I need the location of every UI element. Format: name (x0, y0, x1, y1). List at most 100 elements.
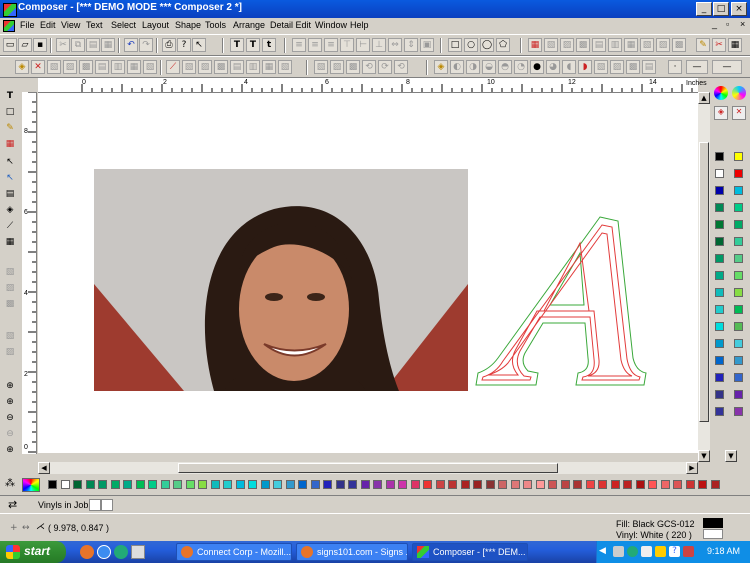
color-swatch[interactable] (223, 480, 232, 489)
align-bottom-icon[interactable]: ⊥ (372, 38, 386, 52)
palette-scroll-down[interactable]: ▼ (725, 450, 737, 462)
text-tool[interactable]: T (3, 90, 17, 103)
tray-icon-security[interactable] (627, 546, 638, 557)
color-swatch[interactable] (373, 480, 382, 489)
color-swatch[interactable] (210, 480, 220, 489)
vinyl-chip[interactable] (89, 499, 101, 511)
color-swatch[interactable] (573, 480, 582, 489)
scroll-left-button[interactable]: ◀ (38, 462, 50, 474)
save-icon[interactable]: ▪ (33, 38, 47, 52)
color-swatch[interactable] (485, 480, 495, 489)
color-swatch[interactable] (310, 480, 320, 489)
vinyl-chip[interactable] (101, 499, 113, 511)
color-swatch[interactable] (498, 480, 507, 489)
node-icon-7[interactable]: ▧ (640, 38, 654, 52)
pen-tool[interactable]: ✎ (3, 122, 17, 135)
taskbar-item-mozilla[interactable]: Connect Corp - Mozill... (176, 543, 292, 561)
desktop-icon[interactable] (131, 545, 145, 559)
color-swatch[interactable] (715, 169, 724, 178)
color-swatch[interactable] (523, 480, 532, 489)
menu-text[interactable]: Text (86, 20, 103, 30)
color-swatch[interactable] (734, 169, 743, 178)
edit-icon-7[interactable]: ▧ (278, 60, 292, 74)
align-middle-icon[interactable]: ⊢ (356, 38, 370, 52)
color-swatch[interactable] (710, 480, 720, 489)
color-swatch[interactable] (715, 356, 724, 365)
cut-job-icon[interactable]: ✂ (712, 38, 726, 52)
color-swatch[interactable] (548, 480, 557, 489)
transform-icon-5[interactable]: ⟳ (378, 60, 392, 74)
color-swatch[interactable] (715, 339, 724, 348)
color-swatch[interactable] (560, 480, 570, 489)
color-swatch[interactable] (734, 186, 743, 195)
color-swatch[interactable] (734, 288, 743, 297)
layer-tool-1[interactable]: ▧ (3, 266, 17, 279)
color-swatch[interactable] (48, 480, 57, 489)
filled-circle-icon[interactable]: ● (530, 60, 544, 74)
tray-arrow-icon[interactable]: ◀ (599, 546, 606, 556)
tray-icon-network[interactable] (613, 546, 624, 557)
layer-tool-5[interactable]: ▨ (3, 346, 17, 359)
color-swatch[interactable] (715, 271, 724, 280)
node-icon-3[interactable]: ▩ (576, 38, 590, 52)
shape-icon-3[interactable]: ◒ (482, 60, 496, 74)
outline-icon-1[interactable]: ▧ (47, 60, 61, 74)
color-swatch[interactable] (398, 480, 407, 489)
outline-icon-2[interactable]: ▨ (63, 60, 77, 74)
color-swatch[interactable] (98, 480, 107, 489)
zoom-all-icon[interactable]: ⊕ (3, 444, 17, 457)
color-swatch[interactable] (385, 480, 395, 489)
knife-tool[interactable]: ⟋ (3, 220, 17, 233)
menu-view[interactable]: View (61, 20, 80, 30)
text-tool-icon[interactable]: T (230, 38, 244, 52)
align-top-icon[interactable]: ⊤ (340, 38, 354, 52)
mdi-restore-button[interactable]: ▫ (726, 19, 729, 29)
menu-window[interactable]: Window (315, 20, 347, 30)
node-icon-1[interactable]: ▧ (544, 38, 558, 52)
color-swatch[interactable] (648, 480, 657, 489)
shape-icon-6[interactable]: ◕ (546, 60, 560, 74)
edit-icon-4[interactable]: ▤ (230, 60, 244, 74)
shape-icon-9[interactable]: ▧ (594, 60, 608, 74)
color-swatch[interactable] (285, 480, 295, 489)
context-help-icon[interactable]: ↖ (192, 38, 206, 52)
color-swatch[interactable] (734, 356, 743, 365)
shape-icon-2[interactable]: ◑ (466, 60, 480, 74)
align-right-icon[interactable]: ≡ (324, 38, 338, 52)
scroll-up-button[interactable]: ▲ (698, 92, 710, 104)
print-icon[interactable]: ⎙ (162, 38, 176, 52)
browser-icon[interactable] (114, 545, 128, 559)
tray-icon-alert[interactable] (655, 546, 666, 557)
color-swatch[interactable] (473, 480, 482, 489)
line-style-icon-2[interactable]: — (686, 60, 708, 74)
color-swatch[interactable] (734, 254, 743, 263)
menu-shape[interactable]: Shape (175, 20, 201, 30)
menu-detail-edit[interactable]: Detail Edit (270, 20, 311, 30)
outline-palette-icon[interactable]: ✕ (732, 106, 746, 120)
shape-icon-10[interactable]: ▨ (610, 60, 624, 74)
color-swatch[interactable] (585, 480, 595, 489)
layer-tool-3[interactable]: ▩ (3, 298, 17, 311)
color-swatch[interactable] (635, 480, 645, 489)
color-swatch[interactable] (260, 480, 270, 489)
shape-icon-11[interactable]: ▩ (626, 60, 640, 74)
shape-icon-12[interactable]: ▤ (642, 60, 656, 74)
zoom-page-icon[interactable]: ⊖ (3, 428, 17, 441)
color-swatch[interactable] (734, 305, 743, 314)
taskbar-item-signs101[interactable]: signs101.com - Signs ... (296, 543, 408, 561)
color-swatch[interactable] (160, 480, 170, 489)
color-swatch[interactable] (715, 152, 724, 161)
close-button[interactable]: × (731, 2, 747, 16)
menu-arrange[interactable]: Arrange (233, 20, 265, 30)
shape-icon-1[interactable]: ◐ (450, 60, 464, 74)
scroll-down-button[interactable]: ▼ (698, 450, 710, 462)
frame-tool[interactable]: ▤ (3, 188, 17, 201)
color-swatch[interactable] (235, 480, 245, 489)
color-swatch[interactable] (734, 152, 743, 161)
color-swatch[interactable] (198, 480, 207, 489)
edit-icon-2[interactable]: ▨ (198, 60, 212, 74)
outline-icon-5[interactable]: ▥ (111, 60, 125, 74)
color-swatch[interactable] (715, 220, 724, 229)
tray-icon-help[interactable]: ? (669, 546, 680, 557)
copy-icon[interactable]: ⧉ (71, 38, 85, 52)
